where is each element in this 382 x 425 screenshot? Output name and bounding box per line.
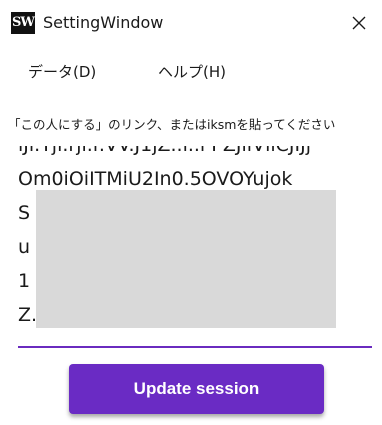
close-icon <box>352 16 366 30</box>
app-icon: SW <box>11 12 35 34</box>
title-bar: SW SettingWindow <box>0 0 382 50</box>
menu-item-help[interactable]: ヘルプ(H) <box>158 62 226 82</box>
window-title: SettingWindow <box>43 13 164 32</box>
menu-item-data[interactable]: データ(D) <box>28 62 96 82</box>
redaction-overlay <box>36 190 336 328</box>
setting-window: SW SettingWindow データ(D) ヘルプ(H) 「この人にする」の… <box>0 0 382 425</box>
update-session-button[interactable]: Update session <box>69 364 324 414</box>
instruction-label: 「この人にする」のリンク、またはiksmを貼ってください <box>8 117 336 132</box>
close-button[interactable] <box>344 8 374 38</box>
menu-bar: データ(D) ヘルプ(H) <box>0 52 382 92</box>
